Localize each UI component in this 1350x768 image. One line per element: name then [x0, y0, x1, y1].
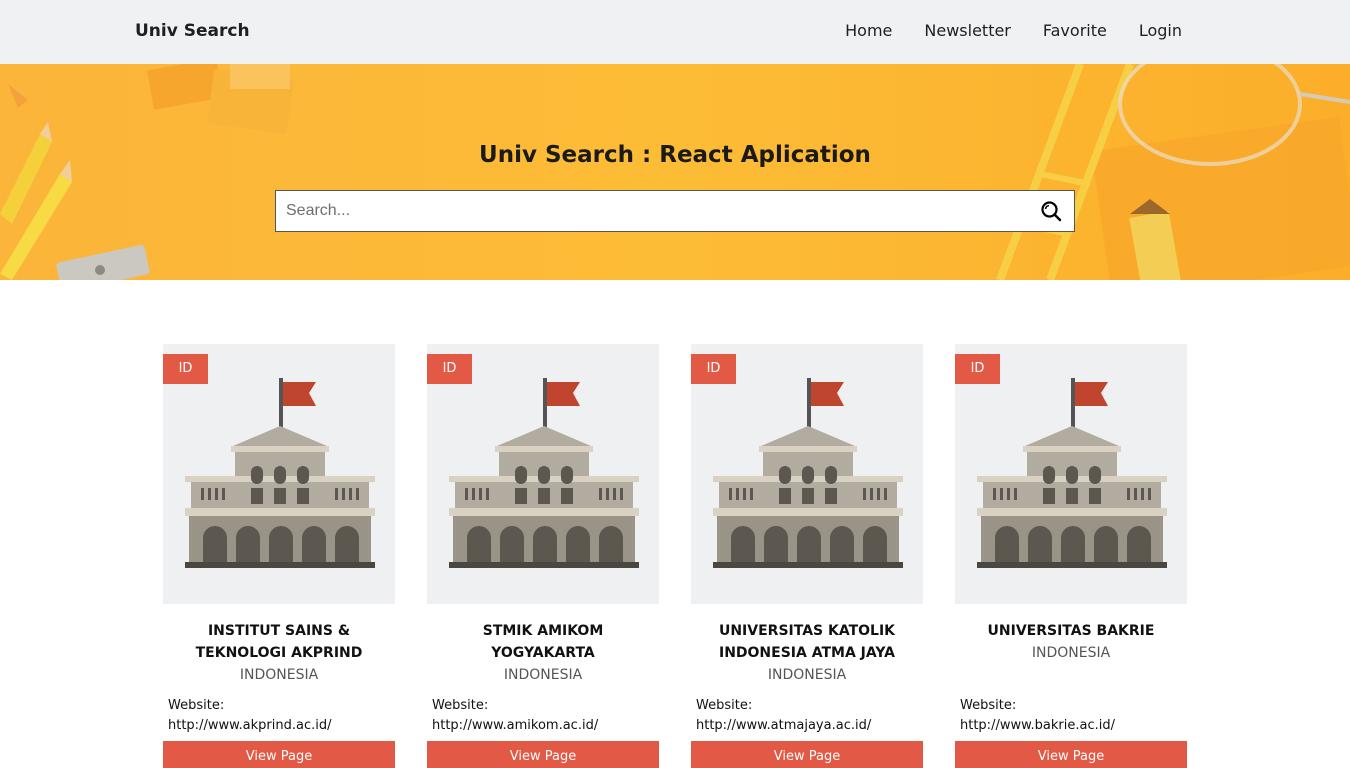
university-building-icon	[185, 378, 375, 568]
search-input[interactable]	[276, 191, 1026, 231]
card-image: ID	[691, 344, 923, 604]
website-url[interactable]: http://www.bakrie.ac.id/	[960, 718, 1115, 733]
university-name: STMIK AMIKOM YOGYAKARTA	[482, 623, 604, 661]
university-card: ID	[163, 344, 395, 768]
view-page-button[interactable]: View Page	[427, 741, 659, 768]
nav-link-home[interactable]: Home	[845, 21, 892, 40]
view-page-button[interactable]: View Page	[955, 741, 1187, 768]
search-icon[interactable]	[1040, 200, 1062, 222]
view-page-button[interactable]: View Page	[163, 741, 395, 768]
university-card-grid: ID INSTITUT SAINS & TEKNOLOGI AKPRIND IN…	[163, 344, 1187, 768]
nav-link-favorite[interactable]: Favorite	[1043, 21, 1107, 40]
card-image: ID	[163, 344, 395, 604]
view-page-button[interactable]: View Page	[691, 741, 923, 768]
website-url[interactable]: http://www.akprind.ac.id/	[168, 718, 331, 733]
website-url[interactable]: http://www.amikom.ac.id/	[432, 718, 598, 733]
hero-banner: Univ Search : React Aplication	[0, 64, 1350, 280]
hero-title: Univ Search : React Aplication	[479, 142, 871, 168]
website-label: Website:	[168, 698, 225, 713]
university-country: INDONESIA	[767, 667, 847, 683]
university-card: ID	[691, 344, 923, 768]
university-name: INSTITUT SAINS & TEKNOLOGI AKPRIND	[195, 623, 363, 661]
university-country: INDONESIA	[503, 667, 583, 683]
university-building-icon	[977, 378, 1167, 568]
university-building-icon	[713, 378, 903, 568]
university-name: UNIVERSITAS BAKRIE	[987, 623, 1155, 639]
website-label: Website:	[696, 698, 753, 713]
brand-logo[interactable]: Univ Search	[135, 21, 250, 41]
nav-link-login[interactable]: Login	[1139, 21, 1182, 40]
university-card: ID	[427, 344, 659, 768]
navbar: Univ Search Home Newsletter Favorite Log…	[0, 0, 1350, 64]
university-country: INDONESIA	[1031, 645, 1111, 661]
university-building-icon	[449, 378, 639, 568]
website-label: Website:	[960, 698, 1017, 713]
card-image: ID	[427, 344, 659, 604]
search-bar	[275, 190, 1075, 232]
university-card: ID	[955, 344, 1187, 768]
university-country: INDONESIA	[239, 667, 319, 683]
nav-link-newsletter[interactable]: Newsletter	[924, 21, 1011, 40]
nav-links: Home Newsletter Favorite Login	[845, 21, 1182, 40]
stationery-background-illustration	[0, 64, 1350, 280]
university-name: UNIVERSITAS KATOLIK INDONESIA ATMA JAYA	[718, 623, 896, 661]
card-image: ID	[955, 344, 1187, 604]
website-url[interactable]: http://www.atmajaya.ac.id/	[696, 718, 871, 733]
website-label: Website:	[432, 698, 489, 713]
